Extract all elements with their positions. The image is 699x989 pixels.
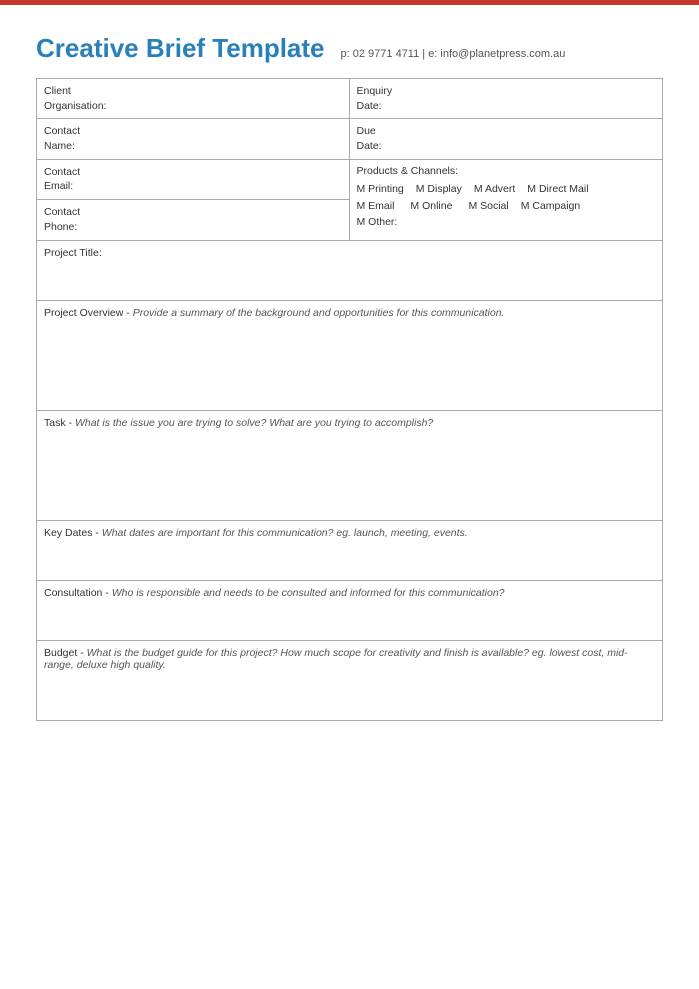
due-date-field[interactable]: DueDate:: [350, 119, 663, 159]
products-row-3: M Other:: [357, 214, 656, 231]
product-campaign: M Campaign: [521, 198, 581, 215]
product-email: M Email: [357, 198, 395, 215]
page: Creative Brief Template p: 02 9771 4711 …: [0, 0, 699, 989]
contact-name-field[interactable]: ContactName:: [37, 119, 349, 159]
page-title: Creative Brief Template: [36, 33, 325, 64]
top-info-grid: ClientOrganisation: ContactName: Contact…: [36, 78, 663, 241]
project-title-label: Project Title:: [44, 247, 655, 259]
consultation-label: Consultation - Who is responsible and ne…: [44, 587, 655, 599]
client-org-label: ClientOrganisation:: [44, 84, 342, 113]
enquiry-date-label: EnquiryDate:: [357, 84, 656, 113]
key-dates-label: Key Dates - What dates are important for…: [44, 527, 655, 539]
contact-phone-label: ContactPhone:: [44, 205, 342, 234]
products-channels-label: Products & Channels:: [357, 165, 656, 177]
products-row-2: M Email M Online M Social M Campaign: [357, 198, 656, 215]
project-title-section[interactable]: Project Title:: [36, 241, 663, 301]
task-section[interactable]: Task - What is the issue you are trying …: [36, 411, 663, 521]
budget-label: Budget - What is the budget guide for th…: [44, 647, 655, 671]
product-online: M Online: [410, 198, 452, 215]
budget-section[interactable]: Budget - What is the budget guide for th…: [36, 641, 663, 721]
products-channels-field: Products & Channels: M Printing M Displa…: [350, 160, 663, 240]
key-dates-section[interactable]: Key Dates - What dates are important for…: [36, 521, 663, 581]
header-contact: p: 02 9771 4711 | e: info@planetpress.co…: [341, 48, 566, 60]
consultation-section[interactable]: Consultation - Who is responsible and ne…: [36, 581, 663, 641]
project-overview-label: Project Overview - Provide a summary of …: [44, 307, 655, 319]
product-other: M Other:: [357, 214, 398, 231]
left-fields: ClientOrganisation: ContactName: Contact…: [37, 79, 350, 240]
product-display: M Display: [416, 181, 462, 198]
contact-name-label: ContactName:: [44, 124, 342, 153]
right-fields: EnquiryDate: DueDate: Products & Channel…: [350, 79, 663, 240]
product-direct-mail: M Direct Mail: [527, 181, 588, 198]
due-date-label: DueDate:: [357, 124, 656, 153]
products-row-1: M Printing M Display M Advert M Direct M…: [357, 181, 656, 198]
contact-email-field[interactable]: ContactEmail:: [37, 160, 349, 200]
contact-phone-field[interactable]: ContactPhone:: [37, 200, 349, 239]
task-label: Task - What is the issue you are trying …: [44, 417, 655, 429]
project-overview-section[interactable]: Project Overview - Provide a summary of …: [36, 301, 663, 411]
product-printing: M Printing: [357, 181, 404, 198]
content: Creative Brief Template p: 02 9771 4711 …: [0, 5, 699, 751]
contact-email-label: ContactEmail:: [44, 165, 342, 194]
product-advert: M Advert: [474, 181, 515, 198]
client-org-field[interactable]: ClientOrganisation:: [37, 79, 349, 119]
product-social: M Social: [468, 198, 508, 215]
header: Creative Brief Template p: 02 9771 4711 …: [36, 33, 663, 64]
enquiry-date-field[interactable]: EnquiryDate:: [350, 79, 663, 119]
